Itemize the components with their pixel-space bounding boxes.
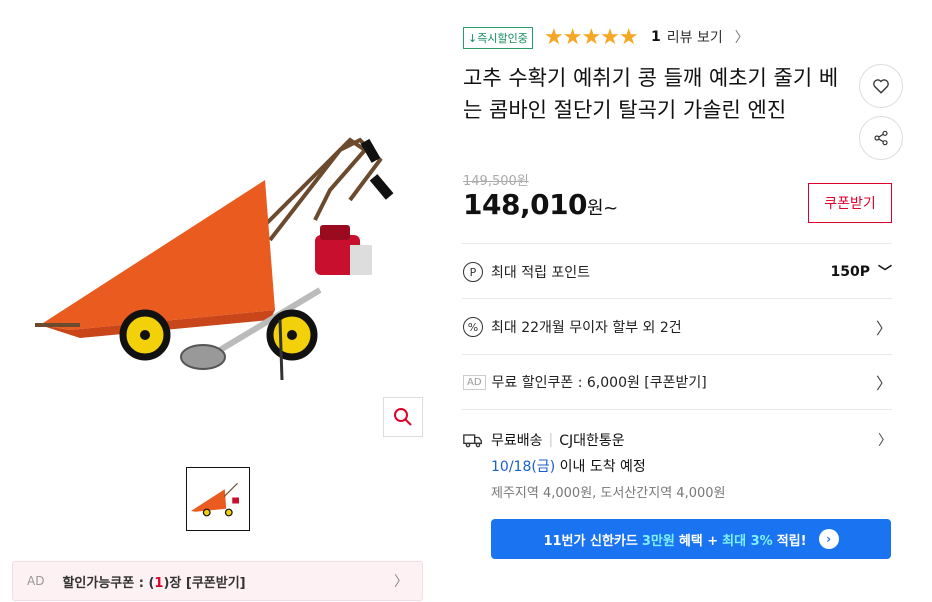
delivery-info[interactable]: 무료배송 | CJ대한통운 〉 10/18(금) 이내 도착 예정 제주지역 4…: [463, 430, 892, 501]
carrier: CJ대한통운: [559, 433, 625, 449]
zoom-button[interactable]: [383, 397, 423, 437]
review-link[interactable]: 1 리뷰 보기 〉: [651, 27, 749, 47]
separator: |: [548, 432, 554, 448]
product-title: 고추 수확기 예취기 콩 들깨 예초기 줄기 베는 콤바인 절단기 탈곡기 가솔…: [463, 66, 839, 122]
percent-icon: %: [463, 317, 483, 337]
points-value: 150P ﹀: [830, 264, 892, 281]
product-thumbnail[interactable]: [186, 467, 250, 531]
get-coupon-button[interactable]: 쿠폰받기: [808, 183, 892, 223]
divider: [462, 298, 892, 299]
instant-discount-badge: ↓즉시할인중: [463, 27, 533, 49]
discount-coupon-bar[interactable]: AD 할인가능쿠폰 : (1)장 [쿠폰받기] 〉: [12, 561, 423, 601]
review-link-label: 리뷰 보기: [666, 30, 723, 46]
divider: [462, 409, 892, 410]
chevron-down-icon: ﹀: [878, 265, 892, 281]
chevron-right-icon: 〉: [875, 319, 892, 338]
delivery-date: 10/18(금): [491, 459, 556, 475]
original-price: 149,500원: [463, 174, 529, 189]
divider: [462, 354, 892, 355]
delivery-date-suffix: 이내 도착 예정: [559, 459, 646, 475]
free-coupon-row[interactable]: AD 무료 할인쿠폰 : 6,000원 [쿠폰받기] 〉: [463, 370, 892, 394]
chevron-right-icon: 〉: [875, 374, 892, 393]
star-rating: ★★★★★: [544, 24, 639, 50]
chevron-right-icon: 〉: [878, 433, 892, 449]
sale-price: 148,010원~: [463, 188, 618, 221]
installment-row[interactable]: % 최대 22개월 무이자 할부 외 2건 〉: [463, 315, 892, 339]
coupon-count-text: 할인가능쿠폰 : (1)장 [쿠폰받기]: [62, 575, 246, 591]
heart-icon: [873, 79, 889, 94]
installment-label: 최대 22개월 무이자 할부 외 2건: [491, 320, 682, 336]
product-main-image[interactable]: [20, 80, 420, 410]
share-button[interactable]: [859, 116, 903, 160]
share-icon: [874, 130, 888, 146]
points-label: 최대 적립 포인트: [491, 265, 591, 281]
ad-label: AD: [463, 374, 486, 390]
arrow-right-icon: ›: [818, 529, 839, 549]
free-coupon-label: 무료 할인쿠폰 : 6,000원 [쿠폰받기]: [491, 375, 707, 391]
card-benefit-banner[interactable]: 11번가 신한카드 3만원 혜택 + 최대 3% 적립! ›: [491, 519, 891, 559]
extra-shipping-fee: 제주지역 4,000원, 도서산간지역 4,000원: [491, 486, 726, 501]
review-count: 1: [651, 29, 661, 45]
ad-label: AD: [27, 574, 45, 588]
point-icon: P: [463, 262, 483, 282]
delivery-type: 무료배송: [491, 433, 543, 449]
chevron-right-icon: 〉: [394, 574, 408, 590]
chevron-right-icon: 〉: [734, 30, 749, 46]
points-row[interactable]: P 최대 적립 포인트 150P ﹀: [463, 260, 892, 284]
divider: [462, 243, 892, 244]
wishlist-button[interactable]: [859, 64, 903, 108]
truck-icon: [463, 434, 482, 448]
magnifier-icon: [394, 408, 412, 426]
